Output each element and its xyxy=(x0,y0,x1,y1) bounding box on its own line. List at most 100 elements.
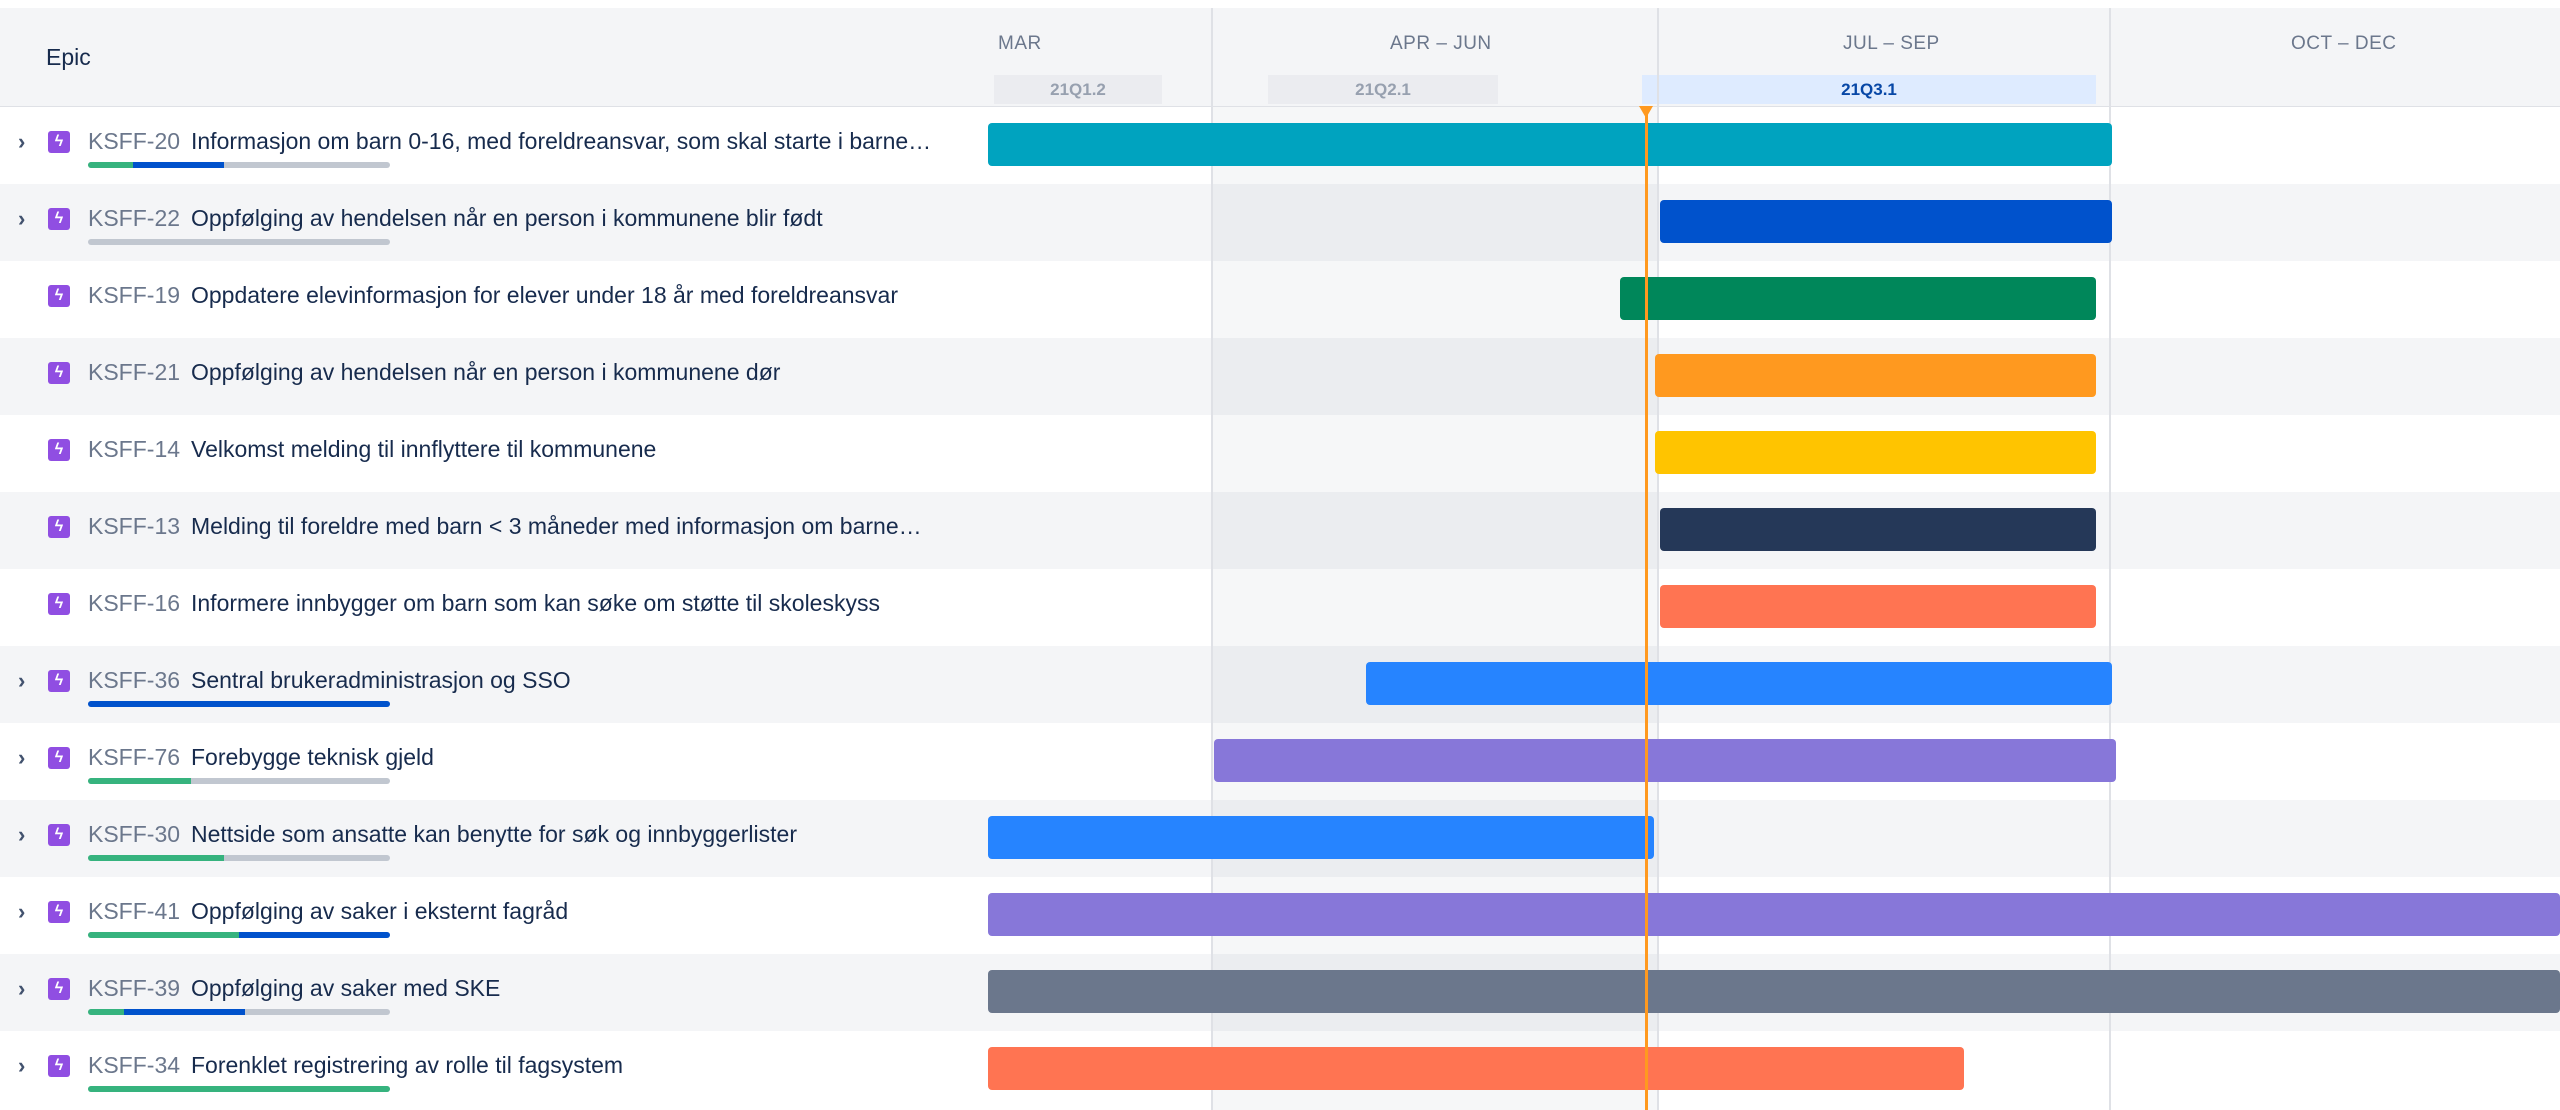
epic-summary[interactable]: Oppfølging av saker med SKE xyxy=(191,975,968,1002)
epic-summary[interactable]: Velkomst melding til innflyttere til kom… xyxy=(191,436,968,463)
epic-summary[interactable]: Forebygge teknisk gjeld xyxy=(191,744,968,771)
epic-row[interactable]: › ϟ KSFF-36 Sentral brukeradministrasjon og… xyxy=(0,646,988,723)
month-label: OCT – DEC xyxy=(2291,33,2397,54)
expand-chevron-icon[interactable]: › xyxy=(18,670,34,692)
epic-schedule-bar[interactable] xyxy=(988,970,2560,1013)
today-line xyxy=(1645,106,1648,1110)
epic-row[interactable]: ϟ KSFF-14 Velkomst melding til innflyttere… xyxy=(0,415,988,492)
epic-lightning-icon: ϟ xyxy=(48,670,70,692)
epic-schedule-bar[interactable] xyxy=(1366,662,2112,705)
epic-lightning-icon: ϟ xyxy=(48,1055,70,1077)
epic-summary[interactable]: Sentral brukeradministrasjon og SSO xyxy=(191,667,968,694)
period-divider xyxy=(1657,8,1659,106)
epic-row[interactable]: ϟ KSFF-16 Informere innbygger om barn som … xyxy=(0,569,988,646)
roadmap-view: Epic › ϟ KSFF-20 Informasjon om barn 0-16, … xyxy=(0,0,2560,1110)
epic-key[interactable]: KSFF-36 xyxy=(88,667,180,694)
epic-key[interactable]: KSFF-76 xyxy=(88,744,180,771)
epic-lightning-icon: ϟ xyxy=(48,747,70,769)
epic-row[interactable]: ϟ KSFF-13 Melding til foreldre med barn < … xyxy=(0,492,988,569)
progress-inprogress-segment xyxy=(239,932,390,938)
epic-lightning-icon: ϟ xyxy=(48,901,70,923)
epic-schedule-bar[interactable] xyxy=(988,816,1654,859)
epic-progress-bar xyxy=(88,701,390,707)
epic-summary[interactable]: Informere innbygger om barn som kan søke… xyxy=(191,590,968,617)
epic-progress-bar xyxy=(88,932,390,938)
epic-schedule-bar[interactable] xyxy=(1620,277,2096,320)
progress-done-segment xyxy=(88,778,191,784)
epic-key[interactable]: KSFF-14 xyxy=(88,436,180,463)
epic-schedule-bar[interactable] xyxy=(1655,354,2096,397)
period-divider xyxy=(1657,8,1659,1110)
expand-chevron-icon[interactable]: › xyxy=(18,131,34,153)
epic-progress-bar xyxy=(88,239,390,245)
epic-schedule-bar[interactable] xyxy=(988,1047,1964,1090)
period-divider xyxy=(1211,8,1213,106)
epic-key[interactable]: KSFF-20 xyxy=(88,128,180,155)
epic-row[interactable]: › ϟ KSFF-39 Oppfølging av saker med SKE xyxy=(0,954,988,1031)
epic-row[interactable]: › ϟ KSFF-20 Informasjon om barn 0-16, med f… xyxy=(0,107,988,184)
epic-progress-bar xyxy=(88,1086,390,1092)
epic-key[interactable]: KSFF-19 xyxy=(88,282,180,309)
epic-key[interactable]: KSFF-34 xyxy=(88,1052,180,1079)
epic-lightning-icon: ϟ xyxy=(48,208,70,230)
timeline-header: MAR APR – JUN JUL – SEP OCT – DEC 21Q1.2… xyxy=(988,8,2560,107)
epic-lightning-icon: ϟ xyxy=(48,516,70,538)
epic-summary[interactable]: Oppfølging av hendelsen når en person i … xyxy=(191,359,968,386)
epic-progress-bar xyxy=(88,855,390,861)
epic-summary[interactable]: Forenklet registrering av rolle til fags… xyxy=(191,1052,968,1079)
expand-chevron-icon[interactable]: › xyxy=(18,1055,34,1077)
epic-column-header: Epic xyxy=(0,8,988,107)
period-divider xyxy=(2109,8,2111,106)
month-label: APR – JUN xyxy=(1390,33,1492,54)
epic-key[interactable]: KSFF-16 xyxy=(88,590,180,617)
past-period-shading xyxy=(1211,106,1657,1110)
month-label: MAR xyxy=(998,33,1042,54)
epic-row[interactable]: ϟ KSFF-19 Oppdatere elevinformasjon for el… xyxy=(0,261,988,338)
sprint-label-active[interactable]: 21Q3.1 xyxy=(1642,75,2096,104)
today-marker xyxy=(1639,106,1653,118)
sprint-label[interactable]: 21Q1.2 xyxy=(994,75,1162,104)
epic-key[interactable]: KSFF-30 xyxy=(88,821,180,848)
epic-summary[interactable]: Melding til foreldre med barn < 3 månede… xyxy=(191,513,968,540)
progress-done-segment xyxy=(88,1009,124,1015)
sprint-label[interactable]: 21Q2.1 xyxy=(1268,75,1498,104)
epic-row[interactable]: › ϟ KSFF-41 Oppfølging av saker i eksternt … xyxy=(0,877,988,954)
expand-chevron-icon[interactable]: › xyxy=(18,208,34,230)
epic-key[interactable]: KSFF-39 xyxy=(88,975,180,1002)
epic-row[interactable]: › ϟ KSFF-22 Oppfølging av hendelsen når en … xyxy=(0,184,988,261)
epic-column-title: Epic xyxy=(46,44,91,70)
expand-chevron-icon[interactable]: › xyxy=(18,978,34,1000)
epic-lightning-icon: ϟ xyxy=(48,593,70,615)
epic-row[interactable]: › ϟ KSFF-76 Forebygge teknisk gjeld xyxy=(0,723,988,800)
epic-summary[interactable]: Oppdatere elevinformasjon for elever und… xyxy=(191,282,968,309)
epic-schedule-bar[interactable] xyxy=(988,893,2560,936)
epic-schedule-bar[interactable] xyxy=(1214,739,2116,782)
epic-key[interactable]: KSFF-41 xyxy=(88,898,180,925)
epic-schedule-bar[interactable] xyxy=(1660,200,2112,243)
epic-lightning-icon: ϟ xyxy=(48,362,70,384)
epic-key[interactable]: KSFF-21 xyxy=(88,359,180,386)
epic-schedule-bar[interactable] xyxy=(1660,508,2096,551)
epic-row[interactable]: › ϟ KSFF-34 Forenklet registrering av rolle… xyxy=(0,1031,988,1108)
epic-row[interactable]: › ϟ KSFF-30 Nettside som ansatte kan benytt… xyxy=(0,800,988,877)
expand-chevron-icon[interactable]: › xyxy=(18,824,34,846)
epic-lightning-icon: ϟ xyxy=(48,978,70,1000)
epic-schedule-bar[interactable] xyxy=(988,123,2112,166)
epic-summary[interactable]: Oppfølging av saker i eksternt fagråd xyxy=(191,898,968,925)
epic-schedule-bar[interactable] xyxy=(1655,431,2096,474)
epic-row[interactable]: ϟ KSFF-21 Oppfølging av hendelsen når en p… xyxy=(0,338,988,415)
epic-lightning-icon: ϟ xyxy=(48,824,70,846)
epic-list-panel: Epic › ϟ KSFF-20 Informasjon om barn 0-16, … xyxy=(0,0,991,1110)
epic-key[interactable]: KSFF-13 xyxy=(88,513,180,540)
epic-summary[interactable]: Nettside som ansatte kan benytte for søk… xyxy=(191,821,968,848)
expand-chevron-icon[interactable]: › xyxy=(18,901,34,923)
expand-chevron-icon[interactable]: › xyxy=(18,747,34,769)
epic-summary[interactable]: Oppfølging av hendelsen når en person i … xyxy=(191,205,968,232)
epic-key[interactable]: KSFF-22 xyxy=(88,205,180,232)
epic-summary[interactable]: Informasjon om barn 0-16, med foreldrean… xyxy=(191,128,968,155)
progress-inprogress-segment xyxy=(88,701,390,707)
epic-schedule-bar[interactable] xyxy=(1660,585,2096,628)
progress-inprogress-segment xyxy=(124,1009,245,1015)
period-divider xyxy=(1211,8,1213,1110)
progress-done-segment xyxy=(88,855,224,861)
